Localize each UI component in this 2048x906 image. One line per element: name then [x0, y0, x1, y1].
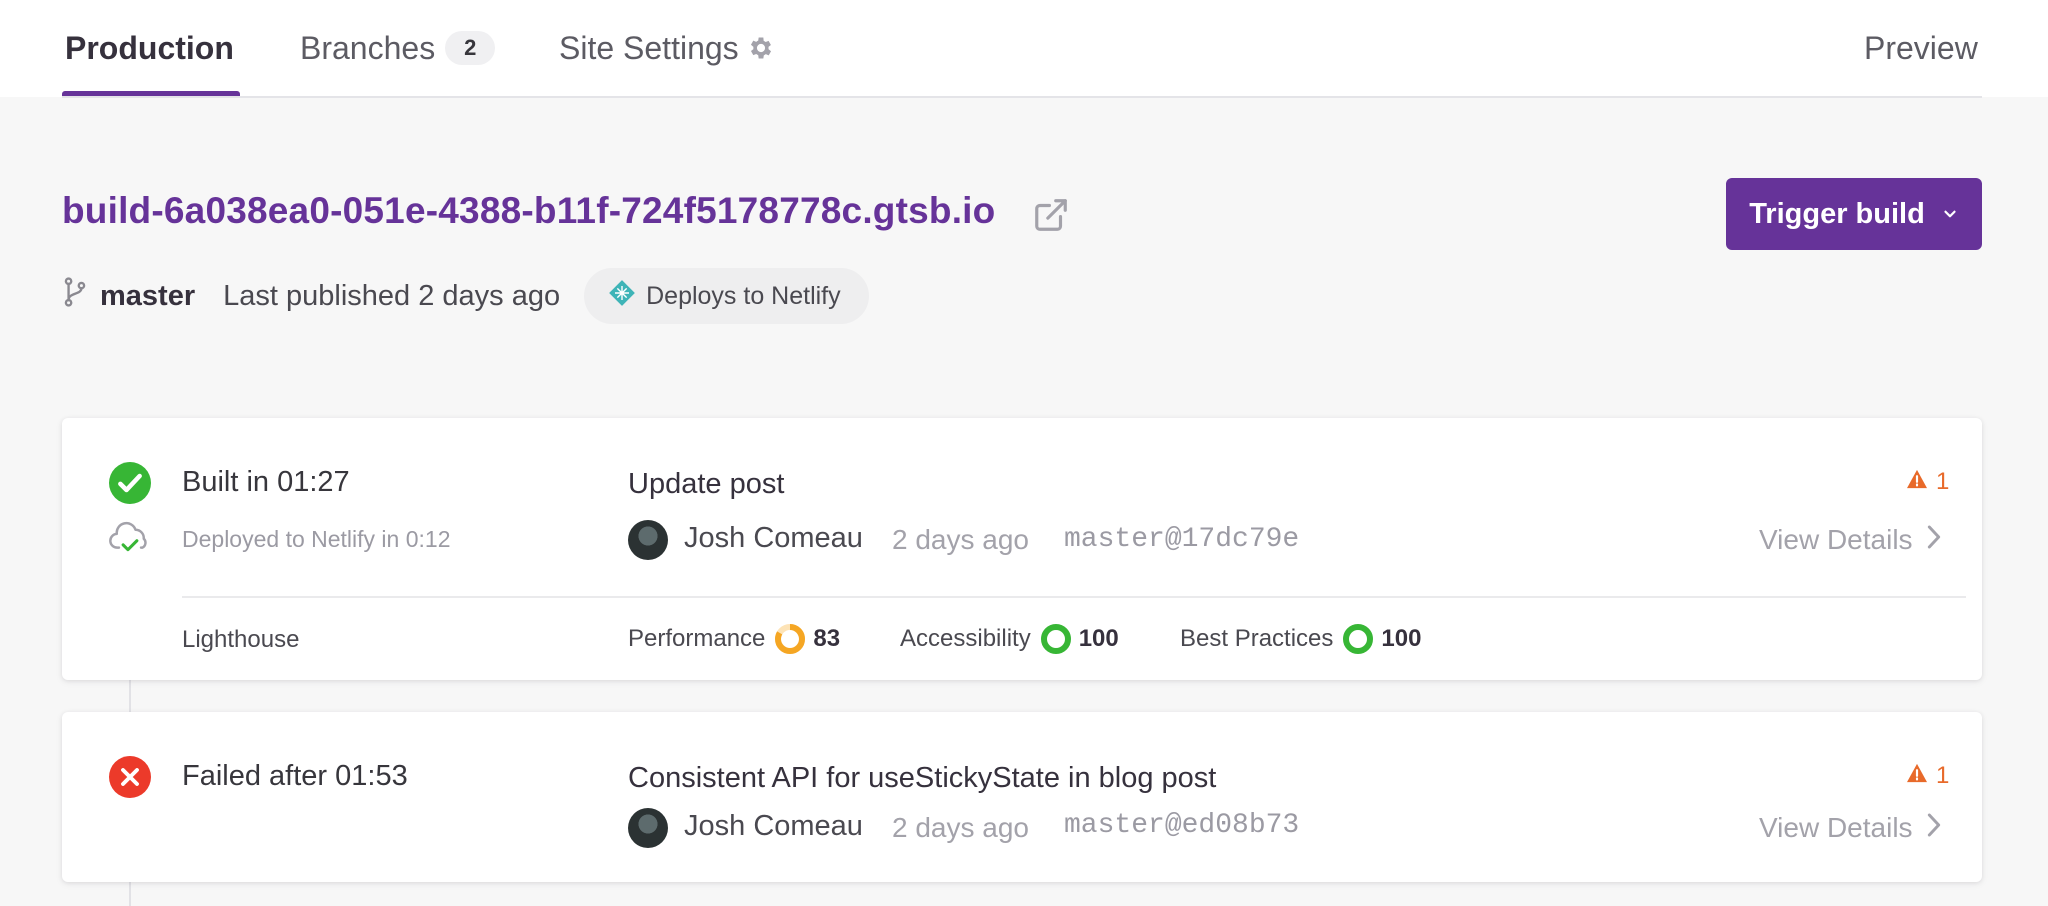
view-details-link[interactable]: View Details [1759, 524, 1941, 556]
build-status-text: Built in 01:27 [182, 466, 350, 498]
warning-count[interactable]: 1 [1906, 762, 1949, 790]
cloud-check-icon [108, 520, 152, 561]
view-details-link[interactable]: View Details [1759, 812, 1941, 844]
score-value: 100 [1381, 625, 1422, 652]
git-branch-icon [62, 277, 88, 315]
score-value: 100 [1078, 625, 1119, 652]
deploy-target-badge: Deploys to Netlify [584, 268, 869, 324]
avatar [628, 808, 668, 848]
commit-time: 2 days ago [892, 812, 1029, 843]
tab-branches-label: Branches [300, 29, 436, 66]
last-published-text: Last published 2 days ago [223, 279, 561, 312]
commit-message: Consistent API for useStickyState in blo… [628, 762, 1217, 794]
view-details-label: View Details [1759, 524, 1913, 555]
score-value: 83 [813, 625, 841, 652]
lighthouse-score-performance[interactable]: Performance 83 [628, 622, 840, 656]
score-name: Best Practices [1180, 625, 1334, 652]
chevron-down-icon [1941, 198, 1959, 231]
tab-preview-label: Preview [1864, 29, 1978, 66]
build-status-text: Failed after 01:53 [182, 760, 408, 792]
lighthouse-score-accessibility[interactable]: Accessibility 100 [900, 622, 1119, 656]
build-card[interactable]: Failed after 01:53 Consistent API for us… [62, 712, 1982, 882]
commit-ref[interactable]: master@ed08b73 [1064, 810, 1299, 841]
tab-branches[interactable]: Branches 2 [300, 26, 496, 70]
card-divider [182, 596, 1966, 598]
commit-message: Update post [628, 468, 785, 500]
warning-icon [1906, 468, 1928, 496]
chevron-right-icon [1927, 524, 1941, 556]
commit-author: Josh Comeau [684, 522, 863, 554]
score-ring-icon [1341, 622, 1375, 656]
chevron-right-icon [1927, 812, 1941, 844]
site-url-link[interactable]: build-6a038ea0-051e-4388-b11f-724f517877… [62, 190, 995, 232]
score-ring-icon [1039, 622, 1073, 656]
warning-icon [1906, 762, 1928, 790]
external-link-icon[interactable] [1032, 196, 1070, 239]
trigger-build-label: Trigger build [1749, 197, 1925, 230]
build-card[interactable]: Built in 01:27 Deployed to Netlify in 0:… [62, 418, 1982, 680]
tab-production[interactable]: Production [65, 26, 234, 70]
warning-count-value: 1 [1936, 468, 1950, 495]
lighthouse-label: Lighthouse [182, 626, 300, 653]
error-circle-icon [109, 756, 151, 803]
commit-time: 2 days ago [892, 524, 1029, 555]
score-name: Performance [628, 625, 766, 652]
tab-site-settings[interactable]: Site Settings [559, 26, 775, 70]
avatar [628, 520, 668, 560]
warning-count-value: 1 [1936, 762, 1950, 789]
deploy-status-text: Deployed to Netlify in 0:12 [182, 526, 451, 552]
view-details-label: View Details [1759, 812, 1913, 843]
warning-count[interactable]: 1 [1906, 468, 1949, 496]
trigger-build-button[interactable]: Trigger build [1726, 178, 1982, 250]
tab-production-label: Production [65, 29, 234, 66]
deploy-target-label: Deploys to Netlify [646, 281, 841, 310]
branch-name: master [100, 279, 196, 312]
commit-author: Josh Comeau [684, 810, 863, 842]
branches-count-badge: 2 [445, 31, 496, 65]
site-meta-row: master Last published 2 days ago Deploys… [62, 266, 869, 326]
netlify-icon [608, 279, 636, 314]
tab-preview[interactable]: Preview [1864, 26, 1978, 70]
check-circle-icon [109, 462, 151, 509]
commit-ref[interactable]: master@17dc79e [1064, 524, 1299, 555]
lighthouse-score-best-practices[interactable]: Best Practices 100 [1180, 622, 1421, 656]
top-nav: Production Branches 2 Site Settings Prev… [0, 0, 2048, 97]
score-ring-icon [773, 622, 807, 656]
tab-site-settings-label: Site Settings [559, 29, 739, 66]
gear-icon [747, 34, 775, 62]
nav-divider [62, 96, 1982, 98]
score-name: Accessibility [900, 625, 1031, 652]
